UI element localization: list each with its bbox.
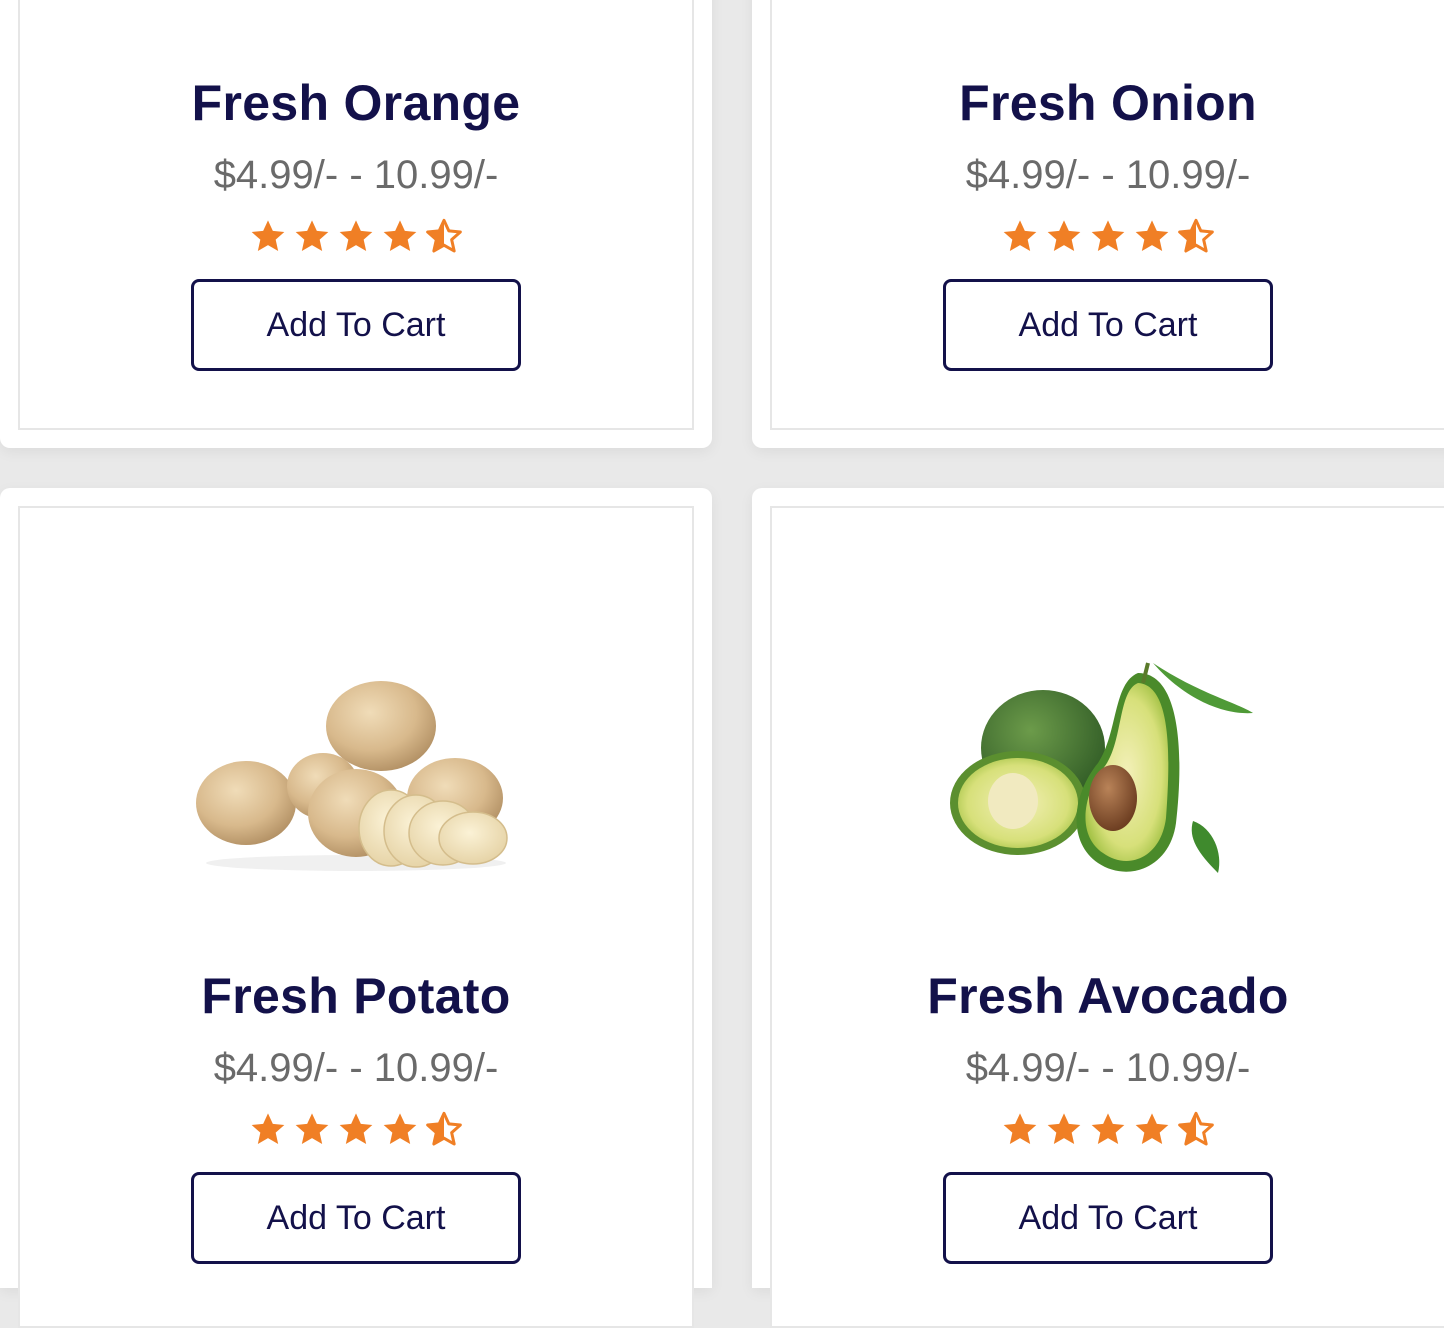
- star-full-icon: [339, 220, 373, 251]
- rating-stars: [0, 217, 712, 257]
- product-info: Fresh Onion $4.99/- - 10.99/- Add To Car…: [752, 73, 1444, 371]
- star-full-icon: [383, 1113, 417, 1144]
- add-to-cart-button[interactable]: Add To Cart: [943, 279, 1273, 371]
- star-full-icon: [1003, 220, 1037, 251]
- star-full-icon: [1091, 220, 1125, 251]
- product-name: Fresh Potato: [201, 968, 511, 1024]
- product-price: $4.99/- - 10.99/-: [965, 1046, 1251, 1090]
- star-half-icon: [1178, 1111, 1214, 1146]
- star-full-icon: [1003, 1113, 1037, 1144]
- product-name: Fresh Onion: [959, 75, 1257, 131]
- star-full-icon: [383, 220, 417, 251]
- product-price: $4.99/- - 10.99/-: [965, 153, 1251, 197]
- star-full-icon: [1047, 1113, 1081, 1144]
- potato-image: [196, 681, 508, 871]
- star-full-icon: [251, 220, 285, 251]
- star-full-icon: [1135, 1113, 1169, 1144]
- product-price: $4.99/- - 10.99/-: [213, 153, 499, 197]
- rating-stars: [752, 217, 1444, 257]
- add-to-cart-button[interactable]: Add To Cart: [191, 279, 521, 371]
- product-info: Fresh Avocado $4.99/- - 10.99/- Add To C…: [752, 966, 1444, 1264]
- add-to-cart-button[interactable]: Add To Cart: [191, 1172, 521, 1264]
- star-full-icon: [295, 1113, 329, 1144]
- rating-stars: [0, 1110, 712, 1150]
- star-half-icon: [1178, 218, 1214, 253]
- add-to-cart-button[interactable]: Add To Cart: [943, 1172, 1273, 1264]
- product-card: Fresh Potato $4.99/- - 10.99/- Add To Ca…: [0, 488, 712, 1328]
- product-card: Fresh Avocado $4.99/- - 10.99/- Add To C…: [752, 488, 1444, 1328]
- product-name: Fresh Orange: [191, 75, 521, 131]
- product-info: Fresh Potato $4.99/- - 10.99/- Add To Ca…: [0, 966, 712, 1264]
- product-name: Fresh Avocado: [927, 968, 1289, 1024]
- product-image-wrap: [0, 678, 712, 878]
- star-full-icon: [1091, 1113, 1125, 1144]
- star-half-icon: [426, 1111, 462, 1146]
- star-full-icon: [1047, 220, 1081, 251]
- product-image-wrap: [752, 653, 1444, 883]
- star-full-icon: [251, 1113, 285, 1144]
- product-card: Fresh Onion $4.99/- - 10.99/- Add To Car…: [752, 0, 1444, 448]
- product-price: $4.99/- - 10.99/-: [213, 1046, 499, 1090]
- product-card: Fresh Orange $4.99/- - 10.99/- Add To Ca…: [0, 0, 712, 448]
- star-full-icon: [339, 1113, 373, 1144]
- rating-stars: [752, 1110, 1444, 1150]
- product-info: Fresh Orange $4.99/- - 10.99/- Add To Ca…: [0, 73, 712, 371]
- star-full-icon: [295, 220, 329, 251]
- star-full-icon: [1135, 220, 1169, 251]
- star-half-icon: [426, 218, 462, 253]
- avocado-image: [950, 662, 1253, 873]
